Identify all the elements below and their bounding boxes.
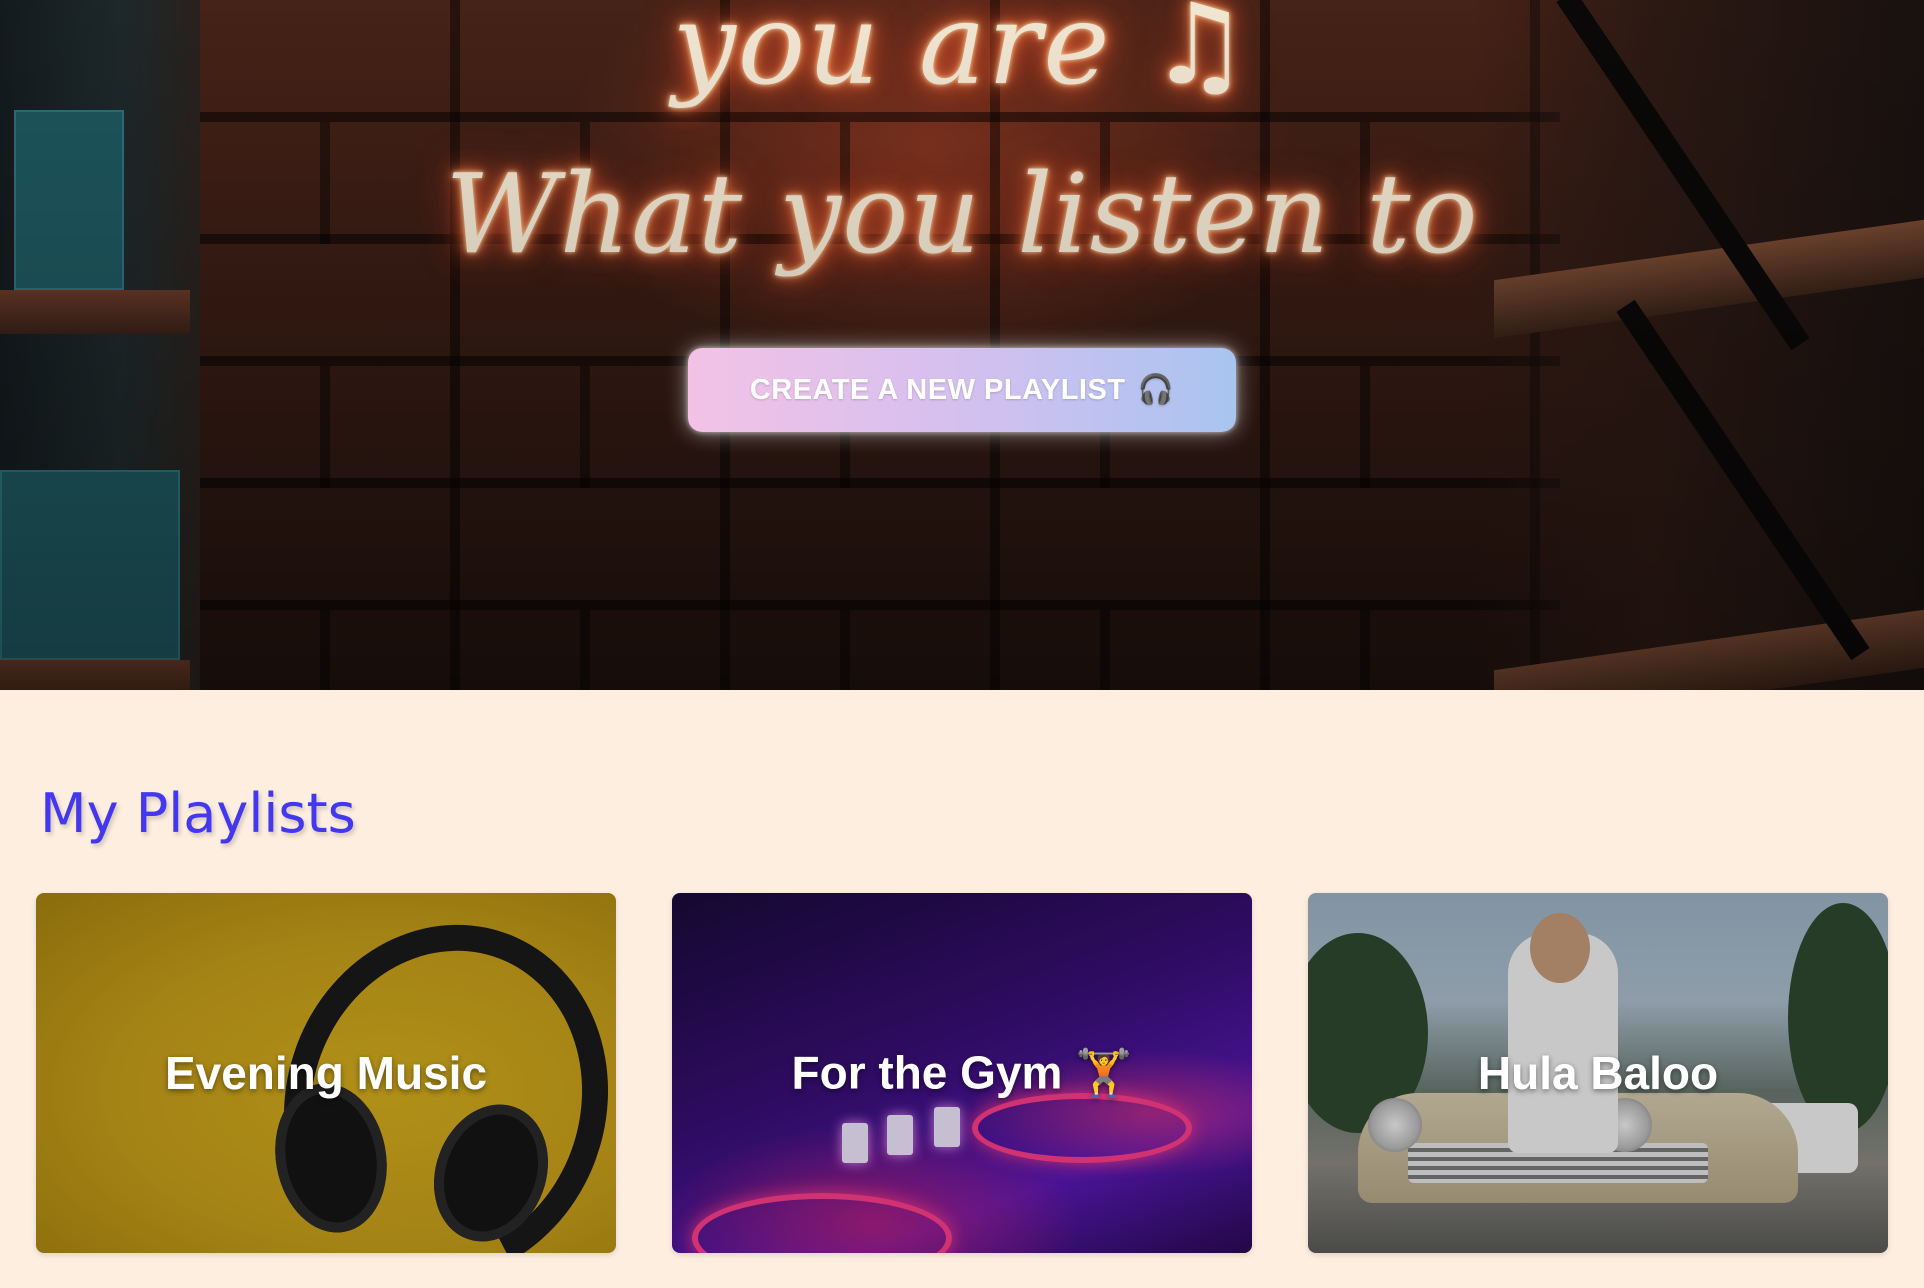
hero-banner: you are ♫ What you listen to CREATE A NE… xyxy=(0,0,1924,690)
playlist-title: For the Gym 🏋️ xyxy=(791,1046,1133,1099)
playlist-title: Hula Baloo xyxy=(1477,1047,1719,1099)
playlist-card-evening-music[interactable]: Evening Music xyxy=(36,893,616,1253)
headphones-icon: 🎧 xyxy=(1137,374,1175,406)
create-playlist-button[interactable]: CREATE A NEW PLAYLIST 🎧 xyxy=(688,348,1236,432)
playlist-title: Evening Music xyxy=(164,1047,488,1099)
hero-overlay xyxy=(0,0,1924,690)
my-playlists-heading: My Playlists xyxy=(40,782,356,845)
playlist-card-hula-baloo[interactable]: Hula Baloo xyxy=(1308,893,1888,1253)
create-playlist-label: CREATE A NEW PLAYLIST xyxy=(749,373,1126,406)
playlist-card-for-the-gym[interactable]: For the Gym 🏋️ xyxy=(672,893,1252,1253)
